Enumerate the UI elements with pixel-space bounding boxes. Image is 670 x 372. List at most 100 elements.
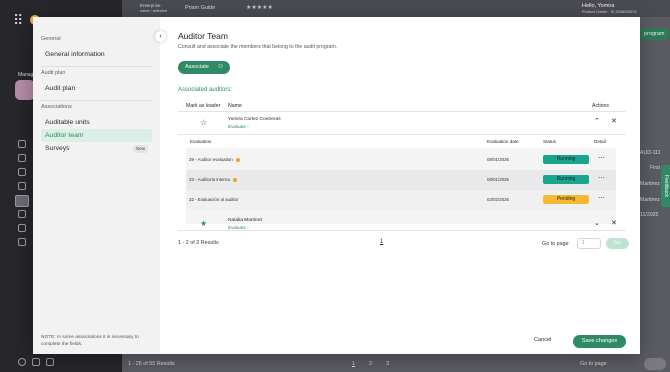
evaluate-label-1: Evaluate — [228, 124, 246, 129]
page-number[interactable]: 1 — [380, 239, 383, 245]
sub-col-evaluation: Evaluation — [190, 139, 212, 144]
clock-icon[interactable] — [18, 168, 26, 176]
leader-star-icon[interactable]: ☆ — [200, 118, 207, 127]
chevron-up-icon[interactable]: ⌃ — [594, 117, 600, 125]
divider — [178, 111, 626, 112]
evaluation-name: 39 - Auditor evaluation — [189, 157, 240, 162]
leader-star-filled-icon[interactable]: ★ — [200, 219, 207, 228]
sidebar-item-auditor-team[interactable]: Auditor team — [41, 129, 152, 142]
warning-dot-icon — [235, 157, 240, 162]
feedback-tab[interactable]: Feedback — [661, 165, 670, 207]
bg-page-2[interactable]: 2 — [369, 361, 372, 367]
divider — [178, 134, 626, 135]
associate-label: Associate — [185, 64, 209, 70]
modal-sidebar: General General information Audit plan A… — [33, 17, 160, 354]
bg-value-5: 11/2025 — [640, 212, 659, 218]
sidebar-item-auditable-units[interactable]: Auditable units — [41, 116, 152, 129]
section-audit-plan: Audit plan — [41, 70, 66, 76]
evaluation-name: 33 - Auditoría interna — [189, 177, 237, 182]
bg-goto: Go to page — [580, 361, 607, 367]
bg-results: 1 - 25 of 55 Results — [128, 361, 175, 367]
warning-dot-icon — [232, 177, 237, 182]
col-name: Name — [228, 103, 242, 109]
associate-button[interactable]: Associate ⚇ — [178, 61, 230, 74]
user-greeting: Hello, Yomira — [582, 3, 615, 9]
cancel-button[interactable]: Cancel — [534, 337, 551, 343]
evaluate-label-2: Evaluate — [228, 225, 246, 230]
sub-col-detail: Detail — [594, 139, 606, 144]
bg-value-2: First — [650, 165, 661, 171]
goto-label: Go to page — [542, 241, 569, 247]
go-button[interactable]: Go — [606, 238, 629, 249]
rating-stars: ★★★★★ — [246, 5, 273, 11]
section-general: General — [41, 36, 61, 42]
top-bar: Enterprise name / selected Prism Guide ★… — [122, 0, 670, 17]
team-icon[interactable] — [15, 195, 29, 207]
surveys-label: Surveys — [45, 145, 70, 152]
divider — [41, 66, 152, 67]
bg-value-4: Martinez — [640, 197, 660, 203]
bg-page-1[interactable]: 1 — [352, 361, 355, 367]
sidebar-item-general-information[interactable]: General information — [41, 48, 152, 61]
check-icon[interactable] — [18, 210, 26, 218]
program-avatar[interactable] — [15, 80, 35, 100]
page-title: Auditor Team — [178, 31, 228, 41]
evaluation-date: 02/02/2026 — [487, 197, 509, 202]
manage-label: Manag — [18, 72, 34, 78]
table-icon[interactable] — [18, 224, 26, 232]
more-options-icon[interactable]: ⋯ — [598, 194, 605, 202]
modal-content: Auditor Team Consult and associate the m… — [160, 17, 640, 354]
evaluate-link-2[interactable]: Evaluate › — [228, 225, 249, 230]
associated-auditors-label: Associated auditors: — [178, 87, 233, 93]
chevron-down-icon[interactable]: ⌄ — [594, 219, 600, 227]
remove-auditor-close-icon[interactable]: ✕ — [611, 219, 617, 227]
apps-grid-icon[interactable]: ⠿ — [13, 13, 23, 27]
remove-auditor-close-icon[interactable]: ✕ — [611, 117, 617, 125]
evaluate-link-1[interactable]: Evaluate › — [228, 124, 249, 129]
auditor-name-2: Natalia Martinez — [228, 218, 263, 223]
col-actions: Actions — [592, 103, 610, 109]
evaluation-name: 32 - Evaluación al auditor — [189, 197, 239, 202]
bg-value-1: AUD-111 — [640, 150, 661, 156]
settings-icon[interactable] — [18, 238, 26, 246]
sidebar-item-audit-plan[interactable]: Audit plan — [41, 82, 152, 95]
status-badge: Running — [543, 175, 589, 184]
evaluations-table: 39 - Auditor evaluation 08/01/2026 Runni… — [186, 148, 616, 224]
program-button[interactable]: program — [638, 28, 670, 40]
list-icon[interactable] — [18, 154, 26, 162]
bg-page-3[interactable]: 3 — [386, 361, 389, 367]
auditor-team-modal: General General information Audit plan A… — [33, 17, 640, 354]
page-subtitle: Consult and associate the members that b… — [178, 44, 338, 50]
status-badge: Running — [543, 155, 589, 164]
message-icon[interactable] — [18, 140, 26, 148]
save-changes-button[interactable]: Save changes — [573, 335, 626, 348]
guide-selector[interactable]: Prism Guide — [185, 5, 215, 11]
col-mark-leader: Mark as leader — [186, 103, 221, 109]
evaluation-date: 08/01/2026 — [487, 177, 509, 182]
sub-col-status: Status — [543, 139, 557, 144]
new-badge: New — [132, 145, 148, 153]
bg-go-button[interactable] — [644, 358, 666, 370]
sidebar-item-surveys[interactable]: Surveys New — [41, 142, 152, 155]
help-icon[interactable] — [18, 358, 26, 366]
company-name[interactable]: Enterprise — [140, 3, 161, 8]
more-options-icon[interactable]: ⋯ — [598, 154, 605, 162]
section-associations: Associations — [41, 104, 72, 110]
goto-page-input[interactable]: 1 — [577, 238, 601, 249]
table-row: 32 - Evaluación al auditor 02/02/2026 Pe… — [186, 190, 616, 210]
card-icon[interactable] — [46, 358, 54, 366]
grid-icon[interactable] — [18, 182, 26, 190]
bg-value-3: Martinez — [640, 181, 660, 187]
company-sub: name / selected — [140, 9, 167, 13]
associate-users-icon: ⚇ — [218, 64, 223, 70]
more-options-icon[interactable]: ⋯ — [598, 174, 605, 182]
user-icon[interactable] — [32, 358, 40, 366]
results-count: 1 - 2 of 2 Results — [178, 240, 219, 246]
sub-col-date: Evaluation date — [487, 139, 519, 144]
status-badge: Pending — [543, 195, 589, 204]
table-row: 39 - Auditor evaluation 08/01/2026 Runni… — [186, 150, 616, 170]
sidebar-note: NOTE: In some associations it is necessa… — [41, 335, 139, 347]
user-sub: Product Owner · ID 3948290574 — [582, 10, 637, 14]
divider — [178, 230, 626, 231]
table-row: 33 - Auditoría interna 08/01/2026 Runnin… — [186, 170, 616, 190]
